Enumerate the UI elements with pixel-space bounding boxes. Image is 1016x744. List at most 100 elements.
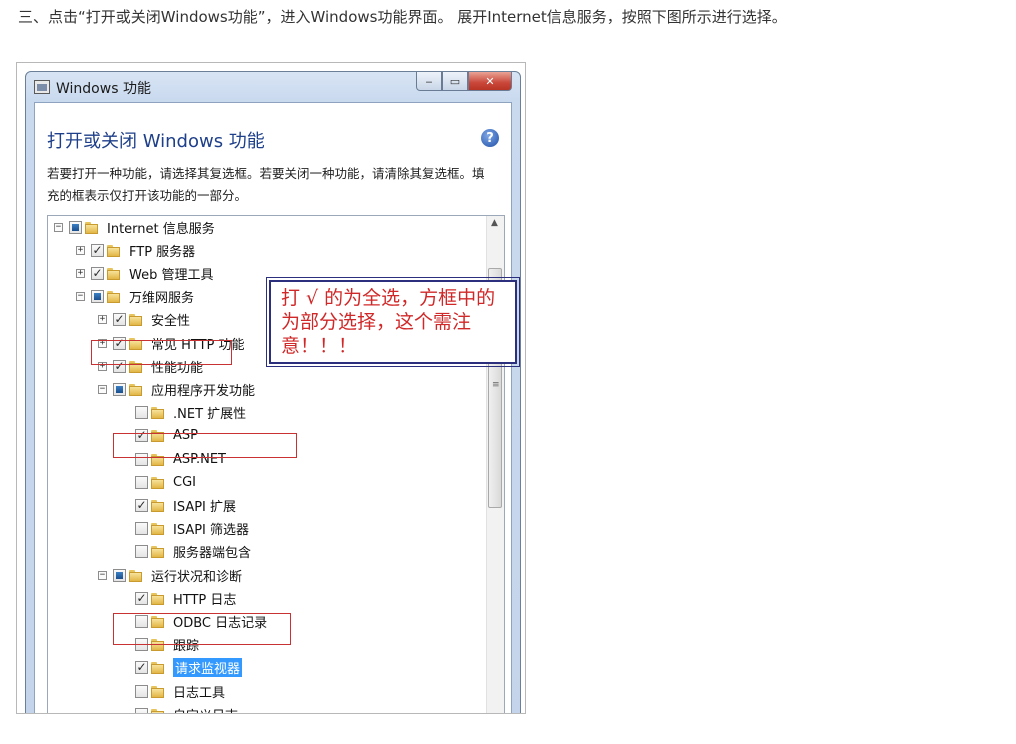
feature-checkbox[interactable] xyxy=(113,382,126,396)
tree-row[interactable]: + ✓ Web 管理工具 xyxy=(76,262,213,284)
feature-label: ISAPI 扩展 xyxy=(173,499,237,515)
highlight-box-health xyxy=(113,613,291,645)
dialog-body: 打开或关闭 Windows 功能 ? 若要打开一种功能，请选择其复选框。若要关闭… xyxy=(34,102,520,713)
feature-label: 请求监视器 xyxy=(173,658,243,678)
feature-label: 日志工具 xyxy=(173,685,226,701)
feature-checkbox[interactable] xyxy=(91,290,104,304)
feature-checkbox[interactable] xyxy=(135,545,148,559)
folder-icon xyxy=(151,592,166,605)
dialog-description: 若要打开一种功能，请选择其复选框。若要关闭一种功能，请清除其复选框。填充的框表示… xyxy=(47,166,485,203)
highlight-box-web-services xyxy=(91,340,232,365)
dialog-heading: 打开或关闭 Windows 功能 xyxy=(47,131,265,152)
windows-features-dialog: Windows 功能 ‒ ▭ ✕ 打开或关闭 Windows 功能 ? 若要打开… xyxy=(25,71,521,713)
feature-checkbox[interactable]: ✓ xyxy=(135,661,148,675)
feature-label: 万维网服务 xyxy=(129,291,195,307)
tree-row[interactable]: CGI xyxy=(120,471,196,493)
folder-icon xyxy=(129,569,144,582)
feature-label: 自定义日志 xyxy=(173,705,238,713)
title-bar[interactable]: Windows 功能 ‒ ▭ ✕ xyxy=(26,72,520,102)
folder-icon xyxy=(151,499,166,512)
help-icon[interactable]: ? xyxy=(481,129,499,147)
folder-icon xyxy=(151,545,166,559)
feature-label: CGI xyxy=(173,474,196,490)
highlight-box-app-dev xyxy=(113,433,297,458)
maximize-button[interactable]: ▭ xyxy=(442,72,468,91)
feature-label: Internet 信息服务 xyxy=(107,221,215,237)
collapse-icon[interactable]: − xyxy=(76,292,85,302)
collapse-icon[interactable]: − xyxy=(98,570,107,580)
collapse-icon[interactable]: − xyxy=(54,222,63,232)
tree-row[interactable]: + ✓ 安全性 xyxy=(98,309,190,331)
feature-label: .NET 扩展性 xyxy=(173,407,247,423)
tree-row[interactable]: ✓ ISAPI 扩展 xyxy=(120,494,236,516)
close-button[interactable]: ✕ xyxy=(468,72,512,91)
tree-row[interactable]: − 应用程序开发功能 xyxy=(98,378,255,400)
tree-row[interactable]: ✓ HTTP 日志 xyxy=(120,587,236,609)
grip-icon: ≡ xyxy=(492,380,500,390)
tree-row[interactable]: ✓ 请求监视器 xyxy=(120,657,243,679)
expand-icon[interactable]: + xyxy=(76,245,85,255)
feature-label: ISAPI 筛选器 xyxy=(173,523,250,539)
tree-row[interactable]: − Internet 信息服务 xyxy=(54,216,215,238)
instruction-text: 三、点击“打开或关闭Windows功能”，进入Windows功能界面。 展开In… xyxy=(18,8,787,26)
feature-label: 服务器端包含 xyxy=(173,546,252,562)
feature-checkbox[interactable] xyxy=(135,522,148,536)
feature-label: 安全性 xyxy=(151,314,191,330)
folder-icon xyxy=(151,406,166,420)
feature-label: Web 管理工具 xyxy=(129,267,214,283)
feature-checkbox[interactable] xyxy=(135,475,148,489)
feature-label: 应用程序开发功能 xyxy=(151,383,256,399)
window-controls: ‒ ▭ ✕ xyxy=(416,72,512,91)
feature-checkbox[interactable] xyxy=(135,707,148,713)
feature-checkbox[interactable]: ✓ xyxy=(91,243,104,257)
expand-icon[interactable]: + xyxy=(98,315,107,325)
tree-row[interactable]: .NET 扩展性 xyxy=(120,402,246,424)
tree-row[interactable]: 日志工具 xyxy=(120,680,225,702)
feature-label: 运行状况和诊断 xyxy=(151,569,243,585)
annotation-callout: 打 √ 的为全选，方框中的为部分选择，这个需注意！！！ xyxy=(266,277,520,367)
feature-checkbox[interactable] xyxy=(135,684,148,698)
folder-icon xyxy=(107,267,122,280)
tree-row[interactable]: ISAPI 筛选器 xyxy=(120,518,249,540)
tree-row[interactable]: 自定义日志 xyxy=(120,703,238,713)
folder-icon xyxy=(151,685,166,698)
folder-icon xyxy=(151,476,166,489)
feature-checkbox[interactable] xyxy=(135,406,148,420)
folder-icon xyxy=(129,383,144,396)
folder-icon xyxy=(85,221,100,234)
tree-row[interactable]: − 运行状况和诊断 xyxy=(98,564,242,586)
folder-icon xyxy=(129,313,144,327)
screenshot-frame: Windows 功能 ‒ ▭ ✕ 打开或关闭 Windows 功能 ? 若要打开… xyxy=(16,62,526,714)
feature-checkbox[interactable] xyxy=(113,568,126,582)
folder-icon xyxy=(151,661,166,675)
feature-label: HTTP 日志 xyxy=(173,592,237,608)
feature-checkbox[interactable]: ✓ xyxy=(135,591,148,605)
feature-label: FTP 服务器 xyxy=(129,244,196,260)
window-title: Windows 功能 xyxy=(56,81,151,97)
feature-checkbox[interactable] xyxy=(69,220,82,234)
feature-checkbox[interactable]: ✓ xyxy=(91,266,104,280)
callout-text: 打 √ 的为全选，方框中的为部分选择，这个需注意！！！ xyxy=(281,287,496,357)
feature-checkbox[interactable]: ✓ xyxy=(135,498,148,512)
feature-checkbox[interactable]: ✓ xyxy=(113,313,126,327)
tree-row[interactable]: 服务器端包含 xyxy=(120,541,251,563)
folder-icon xyxy=(151,708,166,713)
scroll-up-icon[interactable]: ▲ xyxy=(491,218,498,228)
folder-icon xyxy=(107,244,122,257)
app-icon xyxy=(34,80,50,94)
folder-icon xyxy=(107,290,122,304)
tree-row[interactable]: − 万维网服务 xyxy=(76,286,194,308)
minimize-button[interactable]: ‒ xyxy=(416,72,442,91)
tree-row[interactable]: + ✓ FTP 服务器 xyxy=(76,239,195,261)
collapse-icon[interactable]: − xyxy=(98,384,107,394)
expand-icon[interactable]: + xyxy=(76,268,85,278)
